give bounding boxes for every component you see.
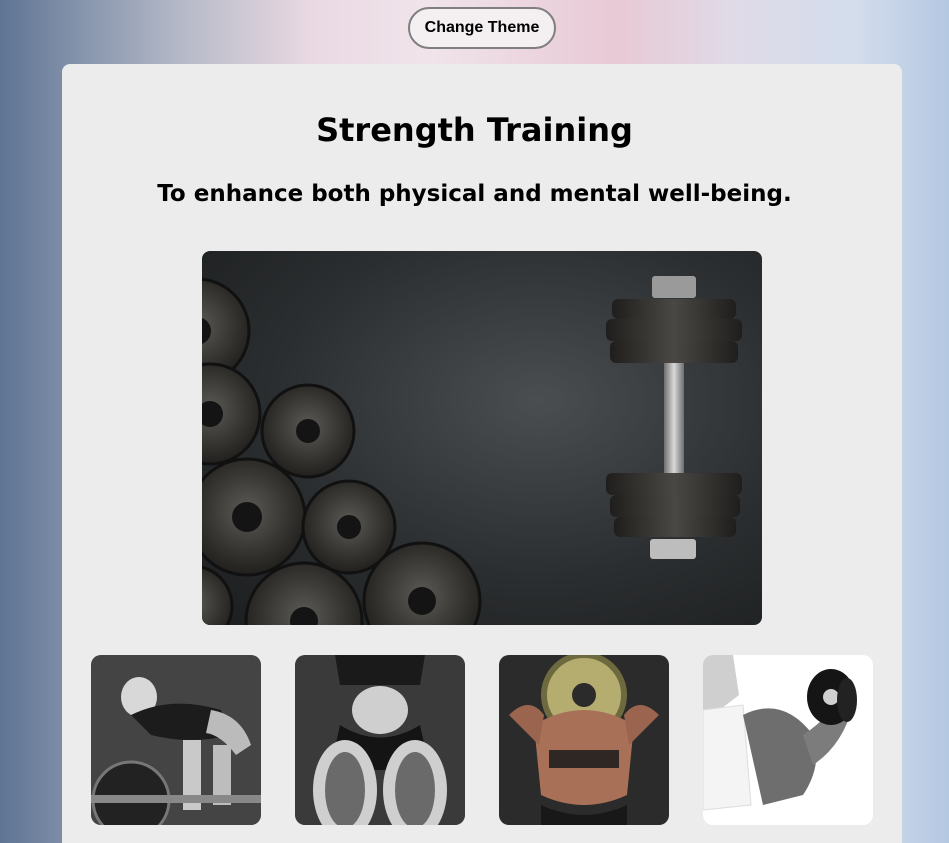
thumbnail-dumbbell-curl[interactable] bbox=[703, 655, 873, 825]
page-title: Strength Training bbox=[316, 111, 633, 149]
thumbnail-kettlebell[interactable] bbox=[295, 655, 465, 825]
thumbnail-plate-lift[interactable] bbox=[499, 655, 669, 825]
thumbnail-deadlift[interactable] bbox=[91, 655, 261, 825]
hero-image bbox=[202, 251, 762, 625]
page-subtitle: To enhance both physical and mental well… bbox=[157, 181, 792, 207]
change-theme-button[interactable]: Change Theme bbox=[408, 7, 556, 49]
